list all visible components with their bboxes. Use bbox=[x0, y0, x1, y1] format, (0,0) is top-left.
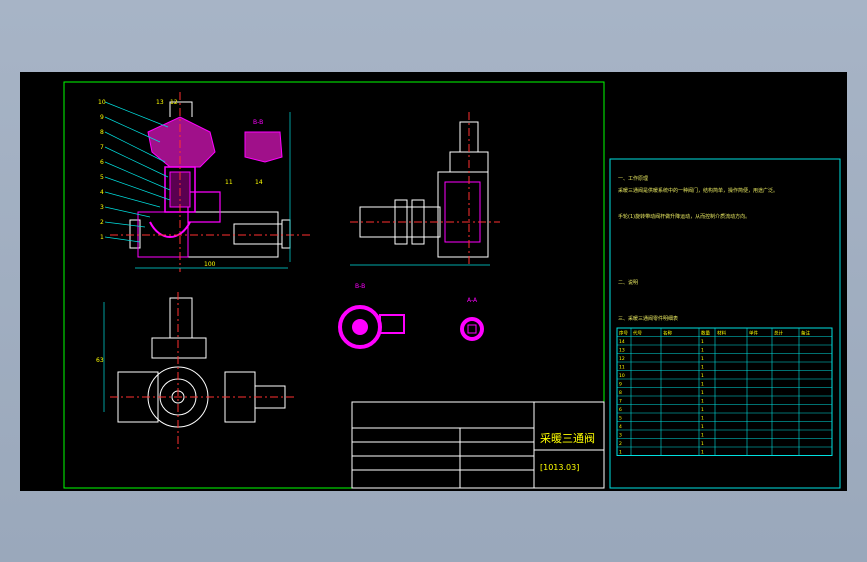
cad-viewport[interactable]: 10 9 8 7 6 5 4 3 2 1 13 12 11 14 B-B 100 bbox=[20, 72, 847, 491]
dimension-text: 63 bbox=[96, 357, 104, 364]
bom-cell: 1 bbox=[701, 348, 704, 354]
bom-cell: 13 bbox=[619, 348, 625, 354]
bom-cell: 1 bbox=[701, 399, 704, 405]
bom-cell: 1 bbox=[701, 407, 704, 413]
balloon: 1 bbox=[100, 234, 104, 241]
bom-cell: 7 bbox=[619, 399, 622, 405]
bom-cell: 5 bbox=[619, 416, 622, 422]
notes-heading-2: 二、说明 bbox=[618, 279, 638, 286]
bom-header: 名称 bbox=[663, 330, 672, 337]
balloon: 4 bbox=[100, 189, 104, 196]
notes-body-1: 采暖三通阀是供暖系统中的一种阀门，结构简单，操作简便，用途广泛。 bbox=[618, 187, 778, 194]
bom-cell: 4 bbox=[619, 424, 622, 430]
bom-cell: 3 bbox=[619, 433, 622, 439]
bom-cell: 6 bbox=[619, 407, 622, 413]
bom-cell: 8 bbox=[619, 390, 622, 396]
drawing-title: 采暖三通阀 bbox=[540, 431, 595, 445]
notes-heading-3: 三、采暖三通阀零件明细表 bbox=[618, 315, 678, 322]
bom-cell: 1 bbox=[701, 450, 704, 456]
top-view: 63 bbox=[96, 292, 295, 452]
bom-table: 序号 代号 名称 数量 材料 单件 总计 备注14 113 112 111 110 19 18 17 16 15… bbox=[616, 327, 833, 456]
title-block: 采暖三通阀 [1013.03] bbox=[351, 401, 605, 489]
callout: 14 bbox=[255, 179, 263, 186]
bom-cell: 11 bbox=[619, 365, 625, 371]
notes-body-2: 手轮(1)旋转带动阀杆做升降运动，从而控制介质流动方向。 bbox=[618, 213, 750, 220]
balloon: 10 bbox=[98, 99, 106, 106]
balloon: 7 bbox=[100, 144, 104, 151]
section-aa: A-A bbox=[460, 297, 484, 341]
bom-cell: 1 bbox=[701, 365, 704, 371]
section-label: A-A bbox=[467, 297, 478, 304]
section-bb: B-B bbox=[338, 283, 405, 349]
bom-header: 总计 bbox=[774, 330, 783, 337]
section-label: B-B bbox=[355, 283, 365, 290]
bom-cell: 14 bbox=[619, 339, 625, 345]
bom-header: 序号 bbox=[619, 330, 628, 337]
bom-cell: 1 bbox=[701, 382, 704, 388]
bom-header: 单件 bbox=[749, 330, 758, 337]
balloon: 13 bbox=[156, 99, 164, 106]
bom-cell: 9 bbox=[619, 382, 622, 388]
bom-cell: 1 bbox=[619, 450, 622, 456]
balloon: 8 bbox=[100, 129, 104, 136]
section-view-main: 10 9 8 7 6 5 4 3 2 1 13 12 11 14 B-B 100 bbox=[98, 92, 310, 272]
balloon: 5 bbox=[100, 174, 104, 181]
section-label: B-B bbox=[253, 119, 263, 126]
bom-cell: 2 bbox=[619, 441, 622, 447]
bom-cell: 12 bbox=[619, 356, 625, 362]
drawing-border bbox=[63, 81, 605, 489]
bom-cell: 1 bbox=[701, 441, 704, 447]
balloon: 9 bbox=[100, 114, 104, 121]
bom-cell: 1 bbox=[701, 356, 704, 362]
bom-cell: 1 bbox=[701, 433, 704, 439]
bom-cell: 1 bbox=[701, 416, 704, 422]
bom-cell: 1 bbox=[701, 339, 704, 345]
bom-cell: 10 bbox=[619, 373, 625, 379]
bom-header: 备注 bbox=[801, 330, 810, 337]
drawing-canvas[interactable]: 10 9 8 7 6 5 4 3 2 1 13 12 11 14 B-B 100 bbox=[20, 72, 847, 491]
bom-cell: 1 bbox=[701, 424, 704, 430]
balloon: 3 bbox=[100, 204, 104, 211]
bom-cell: 1 bbox=[701, 390, 704, 396]
balloon: 12 bbox=[170, 99, 178, 106]
bom-cell: 1 bbox=[701, 373, 704, 379]
technical-notes: 一、工作原理 采暖三通阀是供暖系统中的一种阀门，结构简单，操作简便，用途广泛。 … bbox=[618, 175, 778, 322]
balloon: 2 bbox=[100, 219, 104, 226]
side-view bbox=[350, 112, 500, 267]
balloon: 6 bbox=[100, 159, 104, 166]
drawing-number: [1013.03] bbox=[540, 463, 579, 472]
dimension-text: 100 bbox=[204, 261, 216, 268]
bom-header: 材料 bbox=[717, 330, 726, 337]
callout: 11 bbox=[225, 179, 233, 186]
bom-header: 代号 bbox=[633, 330, 642, 337]
notes-heading: 一、工作原理 bbox=[618, 175, 648, 182]
bom-header: 数量 bbox=[701, 330, 710, 337]
